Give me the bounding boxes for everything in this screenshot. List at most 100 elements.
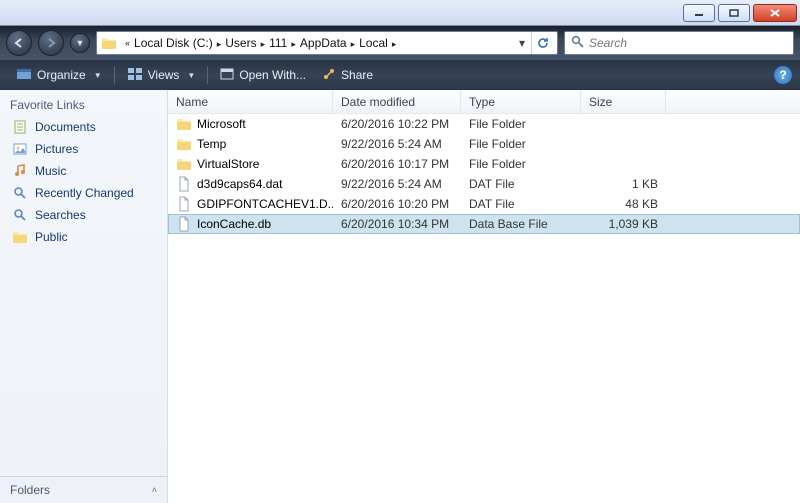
share-label: Share: [341, 68, 373, 82]
views-label: Views: [148, 68, 180, 82]
file-row[interactable]: GDIPFONTCACHEV1.D...6/20/2016 10:20 PMDA…: [168, 194, 800, 214]
folder-icon: [101, 35, 117, 51]
file-name: d3d9caps64.dat: [197, 177, 282, 191]
file-row[interactable]: VirtualStore 6/20/2016 10:17 PMFile Folde…: [168, 154, 800, 174]
column-blank: [666, 90, 800, 113]
chevron-up-icon: ˄: [152, 485, 157, 495]
column-type[interactable]: Type: [461, 90, 581, 113]
file-row[interactable]: Microsoft6/20/2016 10:22 PMFile Folder: [168, 114, 800, 134]
file-list: Name Date modified Type Size Microsoft6/…: [168, 90, 800, 503]
music-icon: [12, 163, 28, 179]
file-icon: [176, 216, 192, 232]
search-box[interactable]: [564, 31, 794, 55]
address-dropdown[interactable]: ▾: [513, 36, 531, 50]
maximize-button[interactable]: [718, 4, 750, 22]
chevron-right-icon[interactable]: ▸: [213, 39, 226, 49]
file-name: GDIPFONTCACHEV1.D...: [197, 197, 333, 211]
breadcrumb[interactable]: « Local Disk (C:)▸Users▸111▸AppData▸Loca…: [96, 31, 558, 55]
sidebar-item-label: Recently Changed: [35, 186, 134, 200]
breadcrumb-segment[interactable]: AppData: [300, 36, 347, 50]
nav-forward-button[interactable]: [38, 30, 64, 56]
column-date[interactable]: Date modified: [333, 90, 461, 113]
column-size[interactable]: Size: [581, 90, 666, 113]
favorite-links-header: Favorite Links: [0, 90, 167, 116]
folder-icon: [176, 116, 192, 132]
file-name: Temp: [197, 137, 226, 151]
close-button[interactable]: [753, 4, 797, 22]
command-bar: Organize▼ Views▼ Open With... Share ?: [0, 60, 800, 90]
file-icon: [176, 196, 192, 212]
file-date: 9/22/2016 5:24 AM: [333, 137, 461, 151]
open-with-label: Open With...: [239, 68, 306, 82]
pictures-icon: [12, 141, 28, 157]
sidebar-item[interactable]: Music: [4, 160, 163, 182]
organize-button[interactable]: Organize▼: [8, 64, 110, 87]
share-icon: [322, 67, 336, 84]
search-icon: [571, 35, 584, 51]
breadcrumb-segment[interactable]: Users: [225, 36, 256, 50]
sidebar-item-label: Public: [35, 230, 68, 244]
chevron-right-icon[interactable]: ▸: [257, 39, 270, 49]
breadcrumb-segment[interactable]: Local: [359, 36, 388, 50]
sidebar-item-label: Pictures: [35, 142, 78, 156]
search-icon: [12, 185, 28, 201]
views-button[interactable]: Views▼: [119, 64, 204, 87]
documents-icon: [12, 119, 28, 135]
nav-back-button[interactable]: [6, 30, 32, 56]
file-date: 6/20/2016 10:22 PM: [333, 117, 461, 131]
views-icon: [127, 67, 143, 84]
title-bar: [0, 0, 800, 26]
sidebar-item-label: Documents: [35, 120, 96, 134]
chevron-right-icon[interactable]: ▸: [287, 39, 300, 49]
help-button[interactable]: ?: [774, 66, 792, 84]
chevron-right-icon[interactable]: ▸: [347, 39, 360, 49]
file-date: 9/22/2016 5:24 AM: [333, 177, 461, 191]
breadcrumb-segment[interactable]: 111: [269, 36, 287, 50]
file-type: File Folder: [461, 157, 581, 171]
file-type: DAT File: [461, 177, 581, 191]
folder-icon: [176, 136, 192, 152]
sidebar-item-label: Music: [35, 164, 66, 178]
chevron-right-icon[interactable]: ▸: [388, 39, 401, 49]
file-date: 6/20/2016 10:20 PM: [333, 197, 461, 211]
file-row[interactable]: d3d9caps64.dat 9/22/2016 5:24 AMDAT File1…: [168, 174, 800, 194]
address-bar: ▼ « Local Disk (C:)▸Users▸111▸AppData▸Lo…: [0, 26, 800, 60]
sidebar: Favorite Links Documents Pictures Music Rec…: [0, 90, 168, 503]
file-icon: [176, 176, 192, 192]
sidebar-item[interactable]: Searches: [4, 204, 163, 226]
sidebar-item[interactable]: Pictures: [4, 138, 163, 160]
organize-icon: [16, 67, 32, 84]
folder-icon: [176, 156, 192, 172]
file-type: File Folder: [461, 137, 581, 151]
sidebar-item[interactable]: Documents: [4, 116, 163, 138]
share-button[interactable]: Share: [314, 64, 381, 87]
refresh-button[interactable]: [531, 32, 553, 54]
sidebar-item-label: Searches: [35, 208, 86, 222]
folders-pane-toggle[interactable]: Folders ˄: [0, 476, 167, 503]
column-name[interactable]: Name: [168, 90, 333, 113]
folders-label: Folders: [10, 483, 50, 497]
folder-icon: [12, 229, 28, 245]
column-headers: Name Date modified Type Size: [168, 90, 800, 114]
search-icon: [12, 207, 28, 223]
search-input[interactable]: [589, 36, 787, 50]
file-date: 6/20/2016 10:34 PM: [333, 217, 461, 231]
breadcrumb-overflow[interactable]: «: [121, 38, 134, 48]
organize-label: Organize: [37, 68, 86, 82]
file-date: 6/20/2016 10:17 PM: [333, 157, 461, 171]
file-name: VirtualStore: [197, 157, 259, 171]
file-row[interactable]: IconCache.db6/20/2016 10:34 PMData Base …: [168, 214, 800, 234]
sidebar-item[interactable]: Recently Changed: [4, 182, 163, 204]
open-with-icon: [220, 67, 234, 84]
breadcrumb-segment[interactable]: Local Disk (C:): [134, 36, 213, 50]
file-size: 1 KB: [581, 177, 666, 191]
open-with-button[interactable]: Open With...: [212, 64, 314, 87]
minimize-button[interactable]: [683, 4, 715, 22]
sidebar-item[interactable]: Public: [4, 226, 163, 248]
file-row[interactable]: Temp 9/22/2016 5:24 AMFile Folder: [168, 134, 800, 154]
file-type: File Folder: [461, 117, 581, 131]
file-type: DAT File: [461, 197, 581, 211]
file-name: IconCache.db: [197, 217, 271, 231]
file-size: 1,039 KB: [581, 217, 666, 231]
nav-history-dropdown[interactable]: ▼: [70, 33, 90, 53]
